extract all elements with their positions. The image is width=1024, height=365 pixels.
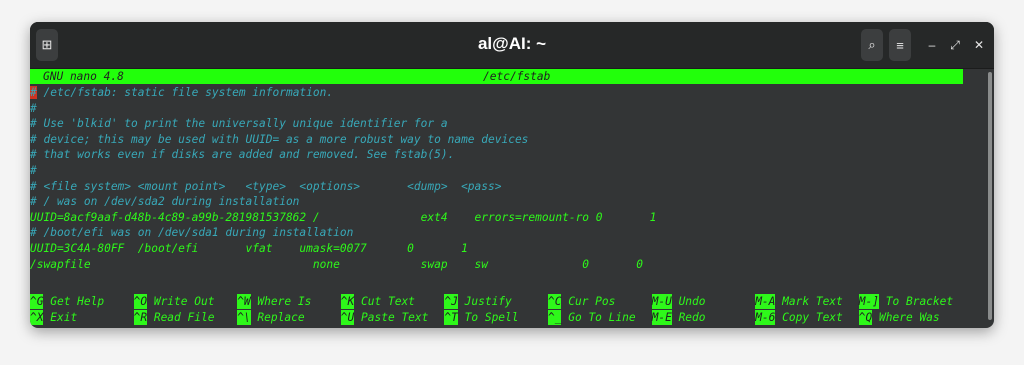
- editor-line: #: [30, 101, 37, 115]
- shortcut-key: ^R: [133, 309, 148, 325]
- shortcut-key: ^G: [30, 294, 44, 309]
- shortcut-key: ^Q: [858, 309, 873, 325]
- shortcut-justify: ^J Justify: [444, 294, 512, 309]
- shortcut-key: ^X: [30, 309, 44, 325]
- editor-line: # that works even if disks are added and…: [30, 148, 455, 162]
- editor-line-text: /etc/fstab: static file system informati…: [36, 86, 334, 99]
- scrollbar-thumb[interactable]: [988, 72, 992, 320]
- shortcut-label: Where Was: [879, 310, 940, 324]
- shortcut-label: Get Help: [50, 295, 105, 308]
- shortcut-key: ^O: [133, 294, 148, 309]
- menu-icon: ≡: [896, 37, 904, 53]
- shortcut-label: To Spell: [464, 310, 519, 324]
- shortcut-where-was: ^Q Where Was: [858, 309, 940, 325]
- shortcut-copy-text: M-6 Copy Text: [755, 309, 843, 325]
- terminal-content[interactable]: GNU nano 4.8 /etc/fstab # /etc/fstab: st…: [30, 69, 986, 328]
- shortcut-paste-text: ^U Paste Text: [340, 309, 429, 325]
- shortcut-cur-pos: ^C Cur Pos: [548, 294, 615, 309]
- shortcut-label: Replace: [257, 310, 305, 324]
- editor-line: UUID=8acf9aaf-d48b-4c89-a99b-28198153786…: [30, 210, 657, 224]
- shortcut-undo: M-U Undo: [651, 294, 706, 309]
- nano-filename: /etc/fstab: [483, 70, 551, 83]
- shortcut-label: To Bracket: [885, 295, 954, 308]
- shortcut-label: Read File: [153, 310, 215, 324]
- shortcut-key: M-]: [858, 294, 880, 309]
- shortcut-write-out: ^O Write Out: [133, 294, 215, 309]
- shortcut-key: ^U: [340, 309, 355, 325]
- shortcut-key: M-E: [651, 309, 672, 325]
- editor-line: /swapfile none swap sw 0 0: [30, 257, 643, 271]
- shortcut-key: ^C: [548, 294, 562, 309]
- shortcut-mark-text: M-A Mark Text: [755, 294, 843, 309]
- editor-line: # <file system> <mount point> <type> <op…: [30, 179, 502, 193]
- shortcut-label: Redo: [678, 310, 706, 324]
- title-bar: ⊞ al@AI: ~ ⌕ ≡ – ⤢ ✕: [30, 22, 994, 69]
- shortcut-key: ^W: [237, 294, 251, 309]
- shortcut-label: Mark Text: [782, 295, 843, 308]
- minimize-button[interactable]: –: [923, 36, 941, 54]
- minimize-icon: –: [928, 38, 936, 52]
- shortcut-get-help: ^G Get Help: [30, 294, 104, 309]
- shortcut-label: Cur Pos: [568, 295, 616, 308]
- shortcut-label: Where Is: [257, 295, 312, 308]
- search-button[interactable]: ⌕: [861, 29, 883, 61]
- shortcut-label: Exit: [50, 310, 78, 324]
- editor-line: # Use 'blkid' to print the universally u…: [30, 117, 448, 131]
- text-cursor: #: [30, 86, 37, 99]
- shortcut-to-spell: ^T To Spell: [444, 309, 519, 325]
- editor-line: # / was on /dev/sda2 during installation: [30, 195, 300, 209]
- shortcut-read-file: ^R Read File: [133, 309, 215, 325]
- editor-line: UUID=3C4A-80FF /boot/efi vfat umask=0077…: [30, 242, 468, 255]
- nano-header-bar: GNU nano 4.8 /etc/fstab: [30, 69, 963, 84]
- shortcut-key: ^_: [548, 309, 562, 325]
- close-button[interactable]: ✕: [970, 36, 988, 54]
- editor-line: # device; this may be used with UUID= as…: [30, 132, 529, 146]
- shortcut-key: M-U: [651, 294, 672, 309]
- shortcut-label: Undo: [678, 295, 706, 308]
- close-icon: ✕: [973, 38, 985, 52]
- shortcut-key: M-A: [755, 294, 776, 309]
- shortcut-key: ^K: [340, 294, 355, 309]
- shortcut-label: Copy Text: [782, 310, 843, 324]
- shortcut-label: Paste Text: [361, 310, 429, 324]
- shortcut-redo: M-E Redo: [651, 309, 706, 325]
- maximize-button[interactable]: ⤢: [946, 36, 964, 54]
- shortcut-exit: ^X Exit: [30, 309, 78, 325]
- editor-line-1: # /etc/fstab: static file system informa…: [30, 85, 333, 100]
- menu-button[interactable]: ≡: [889, 29, 911, 61]
- shortcut-key: ^J: [444, 294, 458, 309]
- editor-line: #: [30, 164, 37, 177]
- window-title: al@AI: ~: [477, 34, 547, 53]
- maximize-icon: ⤢: [950, 37, 960, 52]
- shortcut-label: Write Out: [153, 295, 215, 308]
- terminal-window: ⊞ al@AI: ~ ⌕ ≡ – ⤢ ✕ GNU nano 4.8 /etc/f…: [30, 22, 994, 328]
- shortcut-to-bracket: M-] To Bracket: [858, 294, 954, 309]
- shortcut-key: ^\: [237, 309, 251, 325]
- nano-version: GNU nano 4.8: [43, 70, 124, 83]
- shortcut-label: Go To Line: [568, 310, 636, 324]
- shortcut-cut-text: ^K Cut Text: [340, 294, 415, 309]
- editor-line: # /boot/efi was on /dev/sda1 during inst…: [30, 226, 354, 240]
- shortcut-replace: ^\ Replace: [237, 309, 305, 325]
- shortcut-key: M-6: [755, 309, 776, 325]
- shortcut-go-to-line: ^_ Go To Line: [548, 309, 636, 325]
- shortcut-where-is: ^W Where Is: [237, 294, 311, 309]
- shortcut-key: ^T: [444, 309, 458, 325]
- scrollbar[interactable]: [987, 70, 993, 326]
- search-icon: ⌕: [868, 37, 876, 52]
- shortcut-label: Justify: [464, 295, 512, 308]
- shortcut-label: Cut Text: [361, 295, 415, 308]
